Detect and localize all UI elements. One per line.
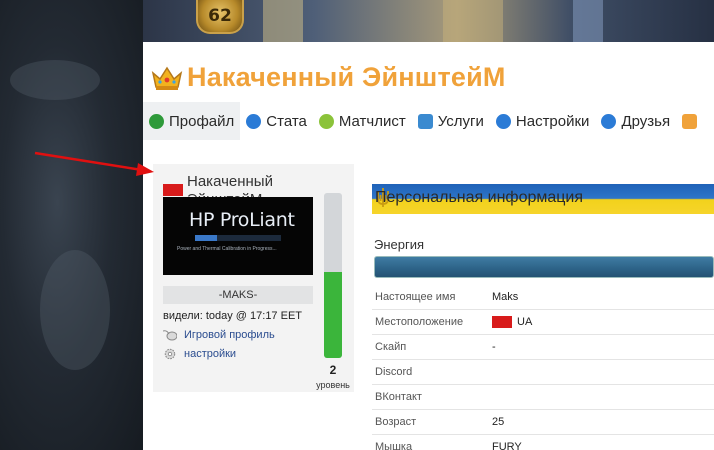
banner-art	[573, 0, 603, 42]
personal-info-table: Настоящее имя Maks Местоположение UA Ска…	[372, 285, 714, 450]
info-icon	[246, 113, 262, 129]
info-key: ВКонтакт	[375, 391, 422, 403]
tab-friends[interactable]: Друзья	[595, 102, 676, 140]
info-value: UA	[492, 316, 532, 328]
tab-stats[interactable]: Стата	[240, 102, 313, 140]
info-row-vk: ВКонтакт	[372, 385, 714, 410]
info-key: Возраст	[375, 416, 417, 428]
level-badge: 62	[196, 0, 244, 34]
info-value: FURY	[492, 441, 522, 450]
banner-art	[263, 0, 303, 42]
tab-profile[interactable]: Профайл	[143, 102, 241, 140]
profile-panel: Накаченный ЭйнштейМ Профайл Стата Матчли…	[143, 42, 714, 450]
tab-label: Матчлист	[338, 112, 406, 130]
level-badge-number: 62	[208, 6, 232, 26]
level-label: уровень	[316, 380, 350, 390]
info-row-real-name: Настоящее имя Maks	[372, 285, 714, 310]
energy-label: Энергия	[374, 237, 425, 252]
banner-art	[443, 0, 503, 42]
info-key: Мышка	[375, 441, 413, 450]
page-title-row: Накаченный ЭйнштейМ	[151, 62, 506, 93]
tab-label: Стата	[266, 112, 307, 130]
paw-icon	[149, 113, 164, 129]
info-key: Скайп	[375, 341, 407, 353]
country-flag-icon	[492, 316, 512, 328]
info-value: -	[492, 341, 496, 353]
profile-tabs: Профайл Стата Матчлист Услуги Настройки …	[143, 102, 708, 140]
tab-services[interactable]: Услуги	[412, 102, 490, 140]
tab-label: Услуги	[437, 112, 484, 130]
background-streak	[40, 250, 110, 370]
game-profile-link[interactable]: Игровой профиль	[163, 329, 275, 341]
energy-bar	[374, 256, 714, 278]
info-row-discord: Discord	[372, 360, 714, 385]
tab-more[interactable]	[676, 102, 708, 140]
settings-link[interactable]: настройки	[163, 348, 236, 360]
last-seen: видели: today @ 17:17 EET	[163, 310, 302, 322]
tab-settings[interactable]: Настройки	[490, 102, 596, 140]
gear-icon	[164, 348, 176, 360]
energy-meter-fill	[324, 272, 342, 358]
info-key: Discord	[375, 366, 413, 378]
energy-meter	[324, 193, 342, 358]
settings-icon	[495, 113, 511, 129]
info-row-location: Местоположение UA	[372, 310, 714, 335]
pencil-icon	[417, 113, 433, 129]
avatar-subtext: Power and Thermal Calibration in Progres…	[177, 246, 277, 252]
country-flag-icon	[163, 184, 183, 196]
background-streak	[10, 60, 100, 100]
info-row-mouse: Мышка FURY	[372, 435, 714, 450]
friends-icon	[601, 113, 617, 129]
crown-icon	[151, 66, 183, 90]
avatar-progress	[195, 235, 281, 241]
notebook-icon	[682, 113, 698, 129]
tab-label: Профайл	[169, 112, 235, 130]
tab-matchlist[interactable]: Матчлист	[313, 102, 412, 140]
info-row-skype: Скайп -	[372, 335, 714, 360]
mouse-icon	[163, 330, 177, 341]
info-key: Местоположение	[375, 316, 464, 328]
radiation-icon	[318, 113, 334, 129]
avatar-text: HP ProLiant	[189, 209, 295, 231]
personal-info-title: Персональная информация	[375, 189, 584, 206]
tab-label: Настройки	[515, 112, 590, 130]
clan-tag: -MAKS-	[163, 286, 313, 304]
game-profile-link-label: Игровой профиль	[184, 329, 275, 341]
level-number: 2	[329, 363, 337, 377]
info-value: 25	[492, 416, 505, 428]
profile-card: Накаченный ЭйнштейМ HP ProLiant Power an…	[153, 164, 354, 392]
info-row-age: Возраст 25	[372, 410, 714, 435]
personal-info-header: Персональная информация	[372, 184, 714, 214]
avatar[interactable]: HP ProLiant Power and Thermal Calibratio…	[163, 197, 313, 275]
background-left	[0, 0, 143, 450]
settings-link-label: настройки	[184, 348, 237, 360]
info-key: Настоящее имя	[375, 291, 456, 303]
tab-label: Друзья	[621, 112, 671, 130]
page-title: Накаченный ЭйнштейМ	[187, 62, 506, 92]
info-value: Maks	[492, 291, 519, 303]
